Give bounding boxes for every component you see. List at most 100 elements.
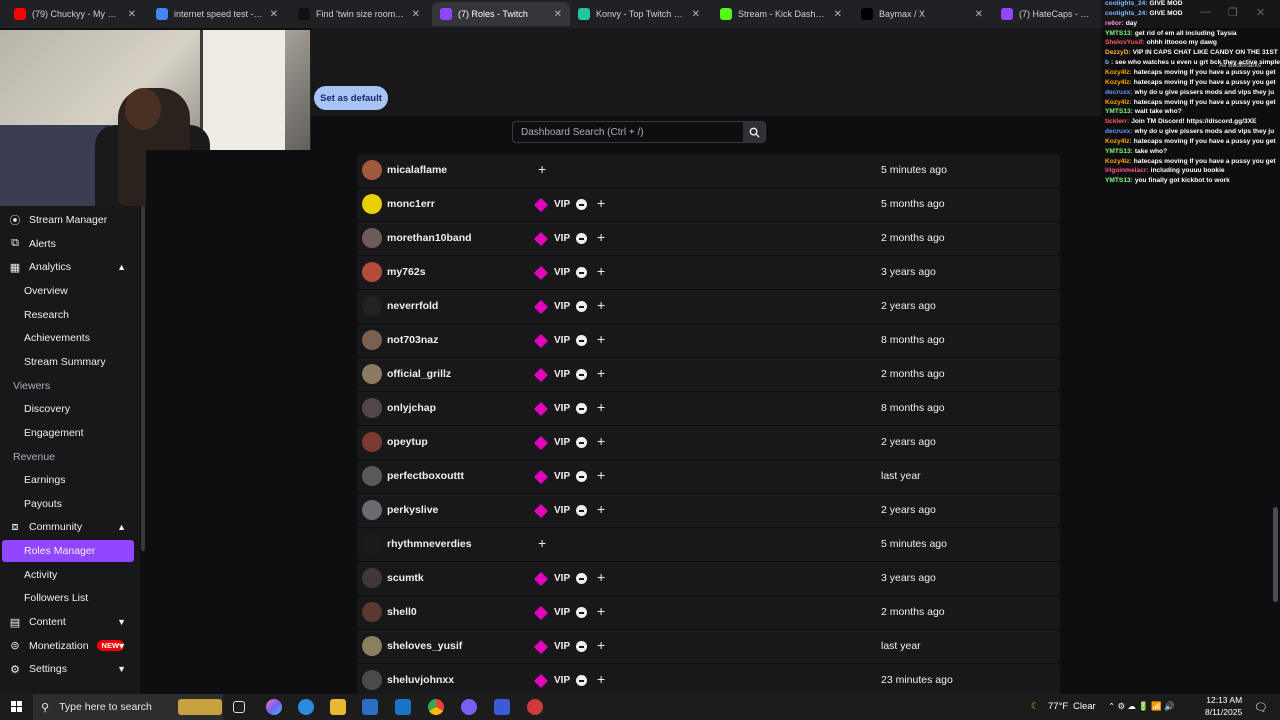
system-tray-icons[interactable]: ⌃ ⚙ ☁ 🔋 📶 🔊 xyxy=(1108,701,1175,712)
username-link[interactable]: neverrfold xyxy=(387,300,438,312)
add-role-icon[interactable]: + xyxy=(597,638,605,652)
chat-username[interactable]: Kozy4lz: xyxy=(1105,158,1132,165)
remove-role-icon[interactable] xyxy=(576,471,587,482)
username-link[interactable]: scumtk xyxy=(387,572,424,584)
close-tab-icon[interactable]: ✕ xyxy=(692,9,700,20)
chat-username[interactable]: decruxx: xyxy=(1105,128,1133,135)
windows-start-icon[interactable] xyxy=(11,701,22,712)
remove-role-icon[interactable] xyxy=(576,335,587,346)
browser-tab[interactable]: (7) HateCaps - Twitch xyxy=(993,2,1101,26)
sidebar-item-payouts[interactable]: Payouts xyxy=(0,493,140,515)
user-avatar[interactable] xyxy=(362,602,382,622)
sidebar-item-analytics[interactable]: ▦ Analytics ▲ xyxy=(0,256,140,278)
chat-username[interactable]: YMTS13: xyxy=(1105,177,1133,184)
close-tab-icon[interactable]: ✕ xyxy=(834,9,842,20)
user-avatar[interactable] xyxy=(362,398,382,418)
obs-icon[interactable] xyxy=(527,699,543,715)
chat-username[interactable]: YMTS13: xyxy=(1105,148,1133,155)
sidebar-item-earnings[interactable]: Earnings xyxy=(0,469,140,491)
user-avatar[interactable] xyxy=(362,432,382,452)
chat-username[interactable]: ShelovYusif: xyxy=(1105,39,1145,46)
username-link[interactable]: my762s xyxy=(387,266,426,278)
add-role-icon[interactable]: + xyxy=(597,570,605,584)
browser-tab[interactable]: Konvy - Top Twitch Clips ✕ xyxy=(570,2,708,26)
file-explorer-icon[interactable] xyxy=(330,699,346,715)
add-role-icon[interactable]: + xyxy=(597,230,605,244)
username-link[interactable]: perkyslive xyxy=(387,504,438,516)
sidebar-item-research[interactable]: Research xyxy=(0,304,140,326)
chat-username[interactable]: YMTS13: xyxy=(1105,30,1133,37)
add-role-icon[interactable]: + xyxy=(597,264,605,278)
weather-temp[interactable]: 77°F xyxy=(1048,701,1068,712)
remove-role-icon[interactable] xyxy=(576,199,587,210)
chat-username[interactable]: b xyxy=(1105,59,1109,66)
sidebar-item-engagement[interactable]: Engagement xyxy=(0,422,140,444)
sidebar-scroll-thumb[interactable] xyxy=(141,206,145,551)
remove-role-icon[interactable] xyxy=(576,607,587,618)
remove-role-icon[interactable] xyxy=(576,641,587,652)
sidebar-item-activity[interactable]: Activity xyxy=(0,564,140,586)
add-role-icon[interactable]: + xyxy=(538,536,546,550)
close-tab-icon[interactable]: ✕ xyxy=(412,9,420,20)
user-avatar[interactable] xyxy=(362,194,382,214)
user-avatar[interactable] xyxy=(362,568,382,588)
lion-widget-icon[interactable] xyxy=(178,699,222,715)
dashboard-search[interactable]: Dashboard Search (Ctrl + /) xyxy=(512,121,766,143)
add-role-icon[interactable]: + xyxy=(597,366,605,380)
add-role-icon[interactable]: + xyxy=(597,400,605,414)
username-link[interactable]: sheluvjohnxx xyxy=(387,674,454,686)
sidebar-item-followers-list[interactable]: Followers List xyxy=(0,587,140,609)
close-tab-icon[interactable]: ✕ xyxy=(975,9,983,20)
app-icon[interactable] xyxy=(461,699,477,715)
browser-tab[interactable]: (79) Chuckyy - My World (✕ xyxy=(6,2,144,26)
remove-role-icon[interactable] xyxy=(576,403,587,414)
copilot-icon[interactable] xyxy=(266,699,282,715)
username-link[interactable]: opeytup xyxy=(387,436,428,448)
sidebar-item-content[interactable]: ▤ Content ▼ xyxy=(0,611,140,633)
add-role-icon[interactable]: + xyxy=(597,332,605,346)
sidebar-item-monetization[interactable]: ⊜ Monetization NEW ▼ xyxy=(0,635,140,657)
sidebar-item-stream-summary[interactable]: Stream Summary xyxy=(0,351,140,373)
remove-role-icon[interactable] xyxy=(576,437,587,448)
outlook-icon[interactable] xyxy=(395,699,411,715)
sidebar-item-overview[interactable]: Overview xyxy=(0,280,140,302)
user-avatar[interactable] xyxy=(362,228,382,248)
chevron-up-icon[interactable]: ▲ xyxy=(117,262,126,272)
chat-username[interactable]: coolights_24: xyxy=(1105,10,1148,17)
chat-username[interactable]: lrlgoinmeiacr: xyxy=(1105,167,1149,174)
remove-role-icon[interactable] xyxy=(576,675,587,686)
task-view-icon[interactable] xyxy=(233,701,245,713)
username-link[interactable]: shell0 xyxy=(387,606,417,618)
chat-username[interactable]: Kozy4lz: xyxy=(1105,79,1132,86)
user-avatar[interactable] xyxy=(362,262,382,282)
chat-username[interactable]: Kozy4lz: xyxy=(1105,138,1132,145)
all-bookmarks-label[interactable]: All Bookmarks xyxy=(1219,62,1279,70)
remove-role-icon[interactable] xyxy=(576,369,587,380)
add-role-icon[interactable]: + xyxy=(597,672,605,686)
main-scroll-thumb[interactable] xyxy=(1273,507,1278,602)
user-avatar[interactable] xyxy=(362,636,382,656)
chat-username[interactable]: YMTS13: xyxy=(1105,108,1133,115)
remove-role-icon[interactable] xyxy=(576,267,587,278)
notifications-icon[interactable]: 🗨 xyxy=(1254,701,1268,714)
username-link[interactable]: sheloves_yusif xyxy=(387,640,462,652)
chevron-up-icon[interactable]: ▲ xyxy=(117,522,126,532)
sidebar-item-discovery[interactable]: Discovery xyxy=(0,398,140,420)
remove-role-icon[interactable] xyxy=(576,505,587,516)
store-icon[interactable] xyxy=(362,699,378,715)
taskbar-clock[interactable]: 12:13 AM 8/11/2025 xyxy=(1205,695,1242,717)
chat-username[interactable]: Kozy4lz: xyxy=(1105,69,1132,76)
close-tab-icon[interactable]: ✕ xyxy=(128,9,136,20)
username-link[interactable]: rhythmneverdies xyxy=(387,538,472,550)
username-link[interactable]: perfectboxouttt xyxy=(387,470,464,482)
sidebar-item-roles-manager[interactable]: Roles Manager xyxy=(2,540,134,563)
browser-tab[interactable]: (7) Roles - Twitch ✕ xyxy=(432,2,570,26)
add-role-icon[interactable]: + xyxy=(597,604,605,618)
user-avatar[interactable] xyxy=(362,670,382,690)
close-tab-icon[interactable]: ✕ xyxy=(554,9,562,20)
browser-tab[interactable]: Baymax / X ✕ xyxy=(853,2,991,26)
chevron-down-icon[interactable]: ▼ xyxy=(117,617,126,627)
username-link[interactable]: morethan10band xyxy=(387,232,472,244)
remove-role-icon[interactable] xyxy=(576,573,587,584)
add-role-icon[interactable]: + xyxy=(597,196,605,210)
